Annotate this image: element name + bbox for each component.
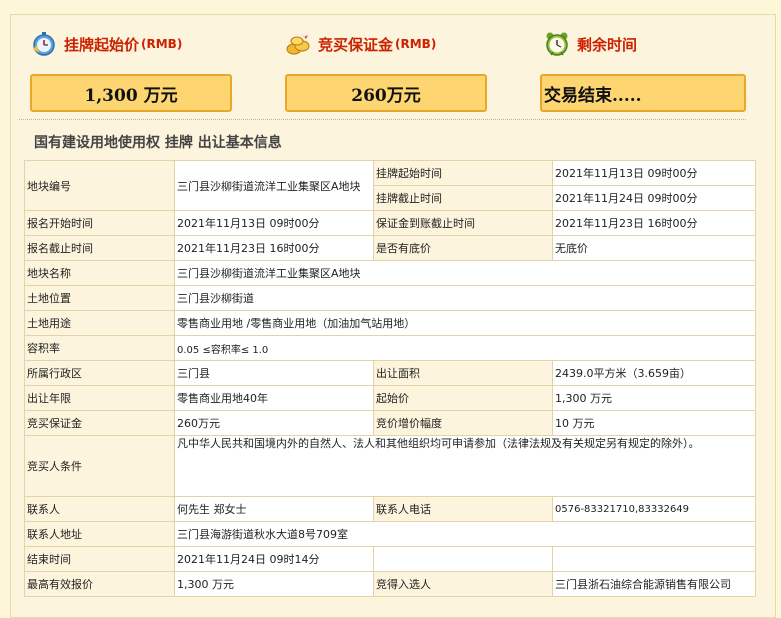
- deposit-unit: (RMB): [395, 37, 437, 51]
- increment-value: 10 万元: [552, 410, 756, 436]
- reserve-label: 是否有底价: [373, 235, 553, 261]
- deposit-label: 竞买保证金: [318, 35, 394, 54]
- summary-panel: 挂牌起始价 (RMB) 1,300 万元 竞买保证金 (RMB) 260万元 剩…: [0, 0, 781, 120]
- winner-value: 三门县浙石油综合能源销售有限公司: [552, 571, 756, 597]
- conditions-label: 竞买人条件: [24, 435, 175, 497]
- parcel-no-label: 地块编号: [24, 160, 175, 211]
- deposit-deadline-label: 保证金到账截止时间: [373, 210, 553, 236]
- end-time-value: 2021年11月24日 09时14分: [174, 546, 374, 572]
- reg-start-label: 报名开始时间: [24, 210, 175, 236]
- address-value: 三门县海游街道秋水大道8号709室: [174, 521, 756, 547]
- info-table: 地块编号 三门县沙柳街道流洋工业集聚区A地块 挂牌起始时间 2021年11月13…: [24, 160, 756, 597]
- top-bid-label: 最高有效报价: [24, 571, 175, 597]
- empty-cell: [373, 546, 553, 572]
- alarm-clock-icon: [543, 30, 571, 58]
- table-row: 土地位置 三门县沙柳街道: [24, 285, 756, 311]
- reg-start-value: 2021年11月13日 09时00分: [174, 210, 374, 236]
- table-row: 竞买保证金 260万元 竞价增价幅度 10 万元: [24, 410, 756, 436]
- reg-end-value: 2021年11月23日 16时00分: [174, 235, 374, 261]
- start-price-value: 1,300 万元: [30, 74, 232, 112]
- top-bid-value: 1,300 万元: [174, 571, 374, 597]
- increment-label: 竞价增价幅度: [373, 410, 553, 436]
- start-price-row-label: 起始价: [373, 385, 553, 411]
- address-label: 联系人地址: [24, 521, 175, 547]
- remaining-label: 剩余时间: [577, 35, 638, 54]
- land-use-value: 零售商业用地 /零售商业用地（加油加气站用地）: [174, 310, 756, 336]
- listing-start-value: 2021年11月13日 09时00分: [552, 160, 756, 186]
- far-value: 0.05 ≤容积率≤ 1.0: [174, 335, 756, 361]
- table-row: 联系人地址 三门县海游街道秋水大道8号709室: [24, 521, 756, 547]
- table-row: 竞买人条件 凡中华人民共和国境内外的自然人、法人和其他组织均可申请参加（法律法规…: [24, 435, 756, 497]
- table-row: 地块名称 三门县沙柳街道流洋工业集聚区A地块: [24, 260, 756, 286]
- start-price-label: 挂牌起始价: [64, 35, 140, 54]
- district-value: 三门县: [174, 360, 374, 386]
- area-label: 出让面积: [373, 360, 553, 386]
- deposit-value: 260万元: [285, 74, 487, 112]
- start-price-row-value: 1,300 万元: [552, 385, 756, 411]
- district-label: 所属行政区: [24, 360, 175, 386]
- empty-cell: [552, 546, 756, 572]
- section-title: 国有建设用地使用权 挂牌 出让基本信息: [34, 135, 282, 151]
- winner-label: 竞得入选人: [373, 571, 553, 597]
- area-value: 2439.0平方米（3.659亩）: [552, 360, 756, 386]
- location-label: 土地位置: [24, 285, 175, 311]
- end-time-label: 结束时间: [24, 546, 175, 572]
- table-row: 容积率 0.05 ≤容积率≤ 1.0: [24, 335, 756, 361]
- land-use-label: 土地用途: [24, 310, 175, 336]
- table-row: 报名截止时间 2021年11月23日 16时00分 是否有底价 无底价: [24, 235, 756, 261]
- table-row: 地块编号 三门县沙柳街道流洋工业集聚区A地块 挂牌起始时间 2021年11月13…: [24, 160, 756, 211]
- contact-value: 何先生 郑女士: [174, 496, 374, 522]
- phone-value: 0576-83321710,83332649: [552, 496, 756, 522]
- listing-end-label: 挂牌截止时间: [373, 185, 553, 211]
- contact-label: 联系人: [24, 496, 175, 522]
- bid-deposit-label: 竞买保证金: [24, 410, 175, 436]
- gold-coins-icon: [284, 30, 312, 58]
- listing-start-label: 挂牌起始时间: [373, 160, 553, 186]
- location-value: 三门县沙柳街道: [174, 285, 756, 311]
- phone-label: 联系人电话: [373, 496, 553, 522]
- bid-deposit-value: 260万元: [174, 410, 374, 436]
- reserve-value: 无底价: [552, 235, 756, 261]
- conditions-value: 凡中华人民共和国境内外的自然人、法人和其他组织均可申请参加（法律法规及有关规定另…: [174, 435, 756, 497]
- table-row: 结束时间 2021年11月24日 09时14分: [24, 546, 756, 572]
- far-label: 容积率: [24, 335, 175, 361]
- parcel-name-label: 地块名称: [24, 260, 175, 286]
- remaining-value: 交易结束.....: [540, 74, 746, 112]
- parcel-name-value: 三门县沙柳街道流洋工业集聚区A地块: [174, 260, 756, 286]
- term-value: 零售商业用地40年: [174, 385, 374, 411]
- stopwatch-icon: [30, 30, 58, 58]
- start-price-header: 挂牌起始价 (RMB): [30, 28, 182, 60]
- term-label: 出让年限: [24, 385, 175, 411]
- deposit-deadline-value: 2021年11月23日 16时00分: [552, 210, 756, 236]
- table-row: 土地用途 零售商业用地 /零售商业用地（加油加气站用地）: [24, 310, 756, 336]
- divider: [19, 119, 746, 120]
- start-price-unit: (RMB): [141, 37, 183, 51]
- listing-end-value: 2021年11月24日 09时00分: [552, 185, 756, 211]
- table-row: 最高有效报价 1,300 万元 竞得入选人 三门县浙石油综合能源销售有限公司: [24, 571, 756, 597]
- reg-end-label: 报名截止时间: [24, 235, 175, 261]
- table-row: 联系人 何先生 郑女士 联系人电话 0576-83321710,83332649: [24, 496, 756, 522]
- table-row: 报名开始时间 2021年11月13日 09时00分 保证金到账截止时间 2021…: [24, 210, 756, 236]
- deposit-header: 竞买保证金 (RMB): [284, 28, 436, 60]
- parcel-no-value: 三门县沙柳街道流洋工业集聚区A地块: [174, 160, 374, 211]
- remaining-header: 剩余时间: [543, 28, 637, 60]
- table-row: 所属行政区 三门县 出让面积 2439.0平方米（3.659亩）: [24, 360, 756, 386]
- table-row: 出让年限 零售商业用地40年 起始价 1,300 万元: [24, 385, 756, 411]
